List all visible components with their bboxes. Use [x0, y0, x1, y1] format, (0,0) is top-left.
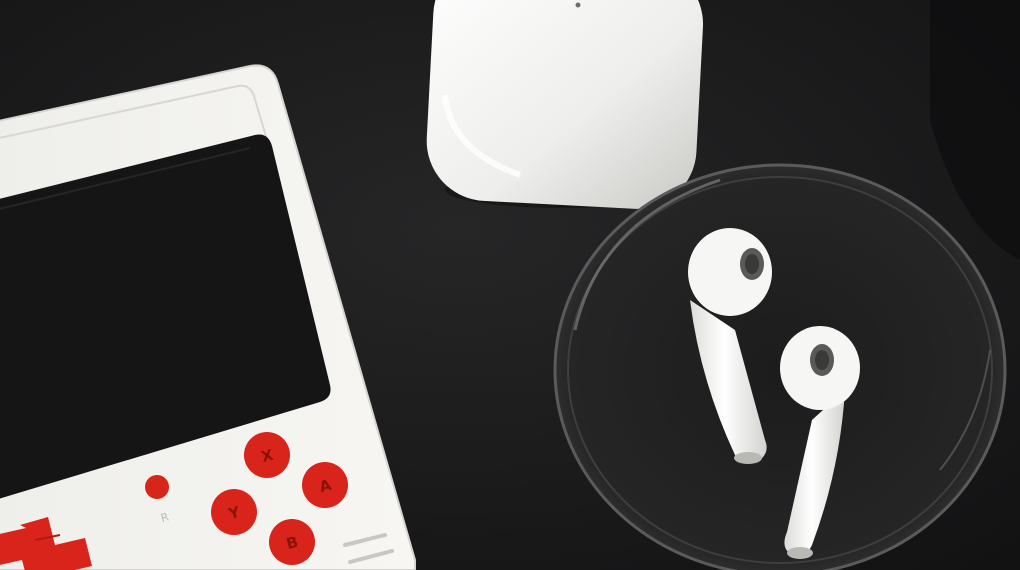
- glass-dish: [553, 163, 1007, 570]
- case-indicator-dot: [575, 2, 581, 8]
- button-b: B: [269, 519, 315, 565]
- photo-scene: R X A Y B: [0, 0, 1020, 570]
- button-y: Y: [211, 489, 257, 535]
- photo-illustration: R X A Y B: [0, 0, 1020, 570]
- charging-case: [426, 0, 704, 209]
- r-button: [145, 475, 169, 499]
- button-a: A: [302, 462, 348, 508]
- button-x: X: [244, 432, 290, 478]
